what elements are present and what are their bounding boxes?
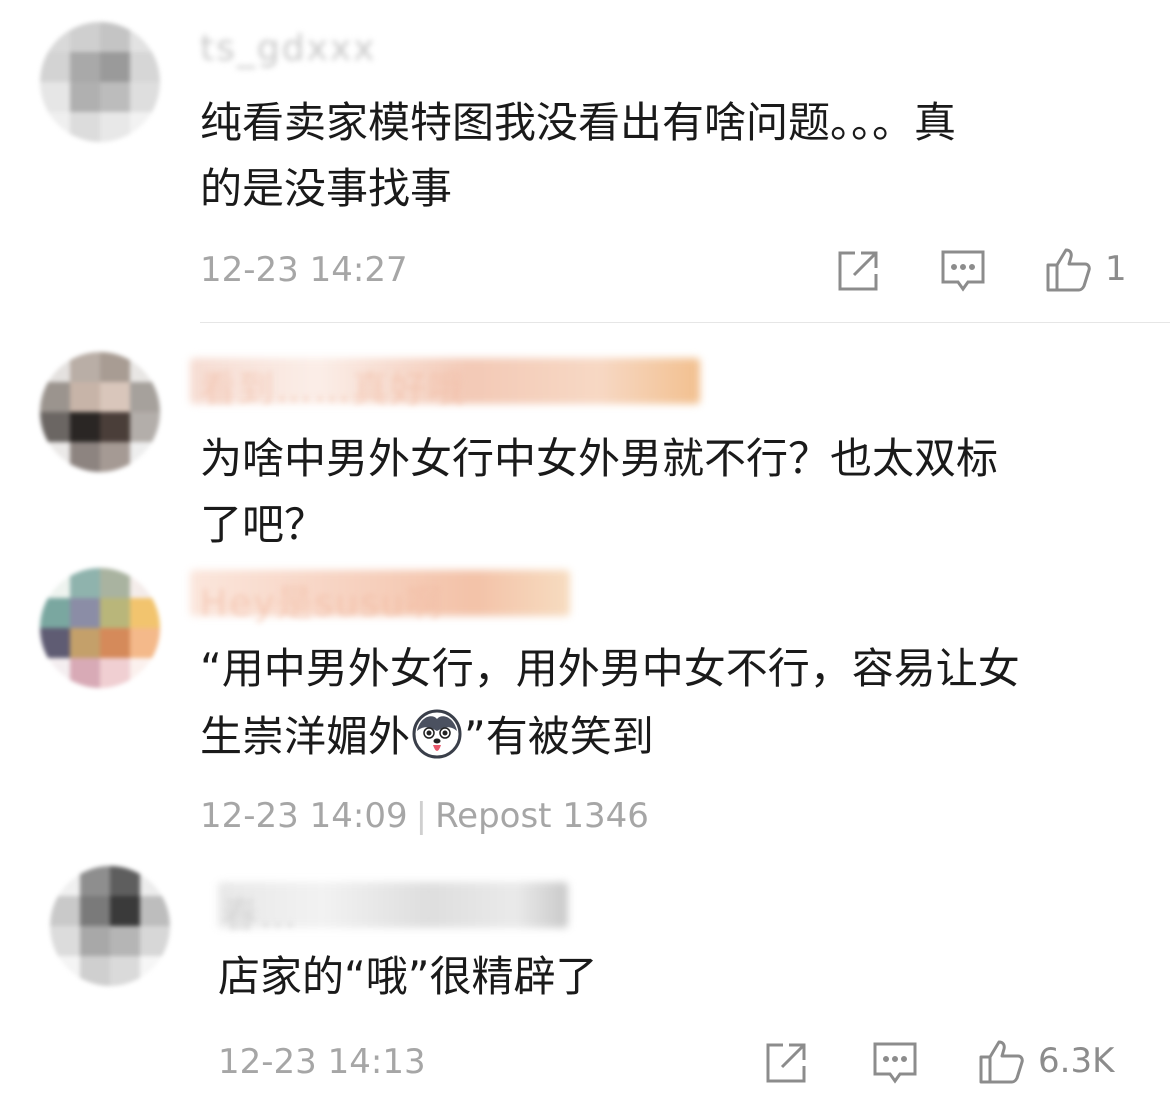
meta-row: 12-23 14:09 | Repost 1346 [200,796,649,836]
like-button[interactable]: 1 [1045,244,1127,294]
repost-count[interactable]: Repost 1346 [435,796,649,836]
timestamp: 12-23 14:09 [200,796,408,836]
avatar[interactable] [40,568,160,688]
share-icon [838,251,878,291]
comment-item: 春… 店家的“哦”很精辟了 12-23 14:13 6.3K [0,852,1170,1106]
comment-text: 生崇洋媚外 [200,712,411,761]
username-text: Hey是susu啊 [200,583,444,624]
username[interactable]: ts_gdxxx [200,28,377,69]
avatar[interactable] [40,352,160,472]
divider [200,322,1170,323]
share-button[interactable] [763,1038,809,1088]
like-count: 6.3K [1038,1041,1115,1081]
separator: | [415,796,428,836]
comment-text: 纯看卖家模特图我没看出有啥问题。。。真 [200,98,957,147]
comment-text: 的是没事找事 [200,164,453,213]
reply-button[interactable] [872,1038,918,1088]
like-icon [979,1040,1024,1084]
like-count: 1 [1105,249,1127,289]
timestamp: 12-23 14:27 [200,250,408,290]
comment-item: ts_gdxxx 纯看卖家模特图我没看出有啥问题。。。真 的是没事找事 12-2… [0,0,1170,320]
username-text: 春… [222,895,299,936]
comment-text: “用中男外女行，用外男中女不行，容易让女 [200,644,1020,693]
comment-item: Hey是susu啊 “用中男外女行，用外男中女不行，容易让女 生崇洋媚外 ”有被… [0,556,1170,846]
avatar[interactable] [40,22,160,142]
share-button[interactable] [835,246,881,296]
comment-icon [941,250,985,292]
comment-text-line2: 生崇洋媚外 ”有被笑到 [200,704,654,770]
reply-button[interactable] [940,246,986,296]
like-button[interactable]: 6.3K [978,1036,1114,1086]
comment-text: 了吧？ [200,500,327,549]
avatar[interactable] [50,866,170,986]
comment-icon [873,1042,917,1084]
comment-text: 为啥中男外女行中女外男就不行？也太双标 [200,434,999,483]
husky-emoji-icon [412,709,462,759]
like-icon [1046,248,1091,292]
comment-text: 店家的“哦”很精辟了 [218,952,598,1001]
timestamp: 12-23 14:13 [218,1042,426,1082]
username-text: 看到……真好哦 [200,369,467,410]
comment-item: 看到……真好哦 为啥中男外女行中女外男就不行？也太双标 了吧？ [0,340,1170,550]
share-icon [766,1043,806,1083]
comment-text: ”有被笑到 [464,712,654,761]
